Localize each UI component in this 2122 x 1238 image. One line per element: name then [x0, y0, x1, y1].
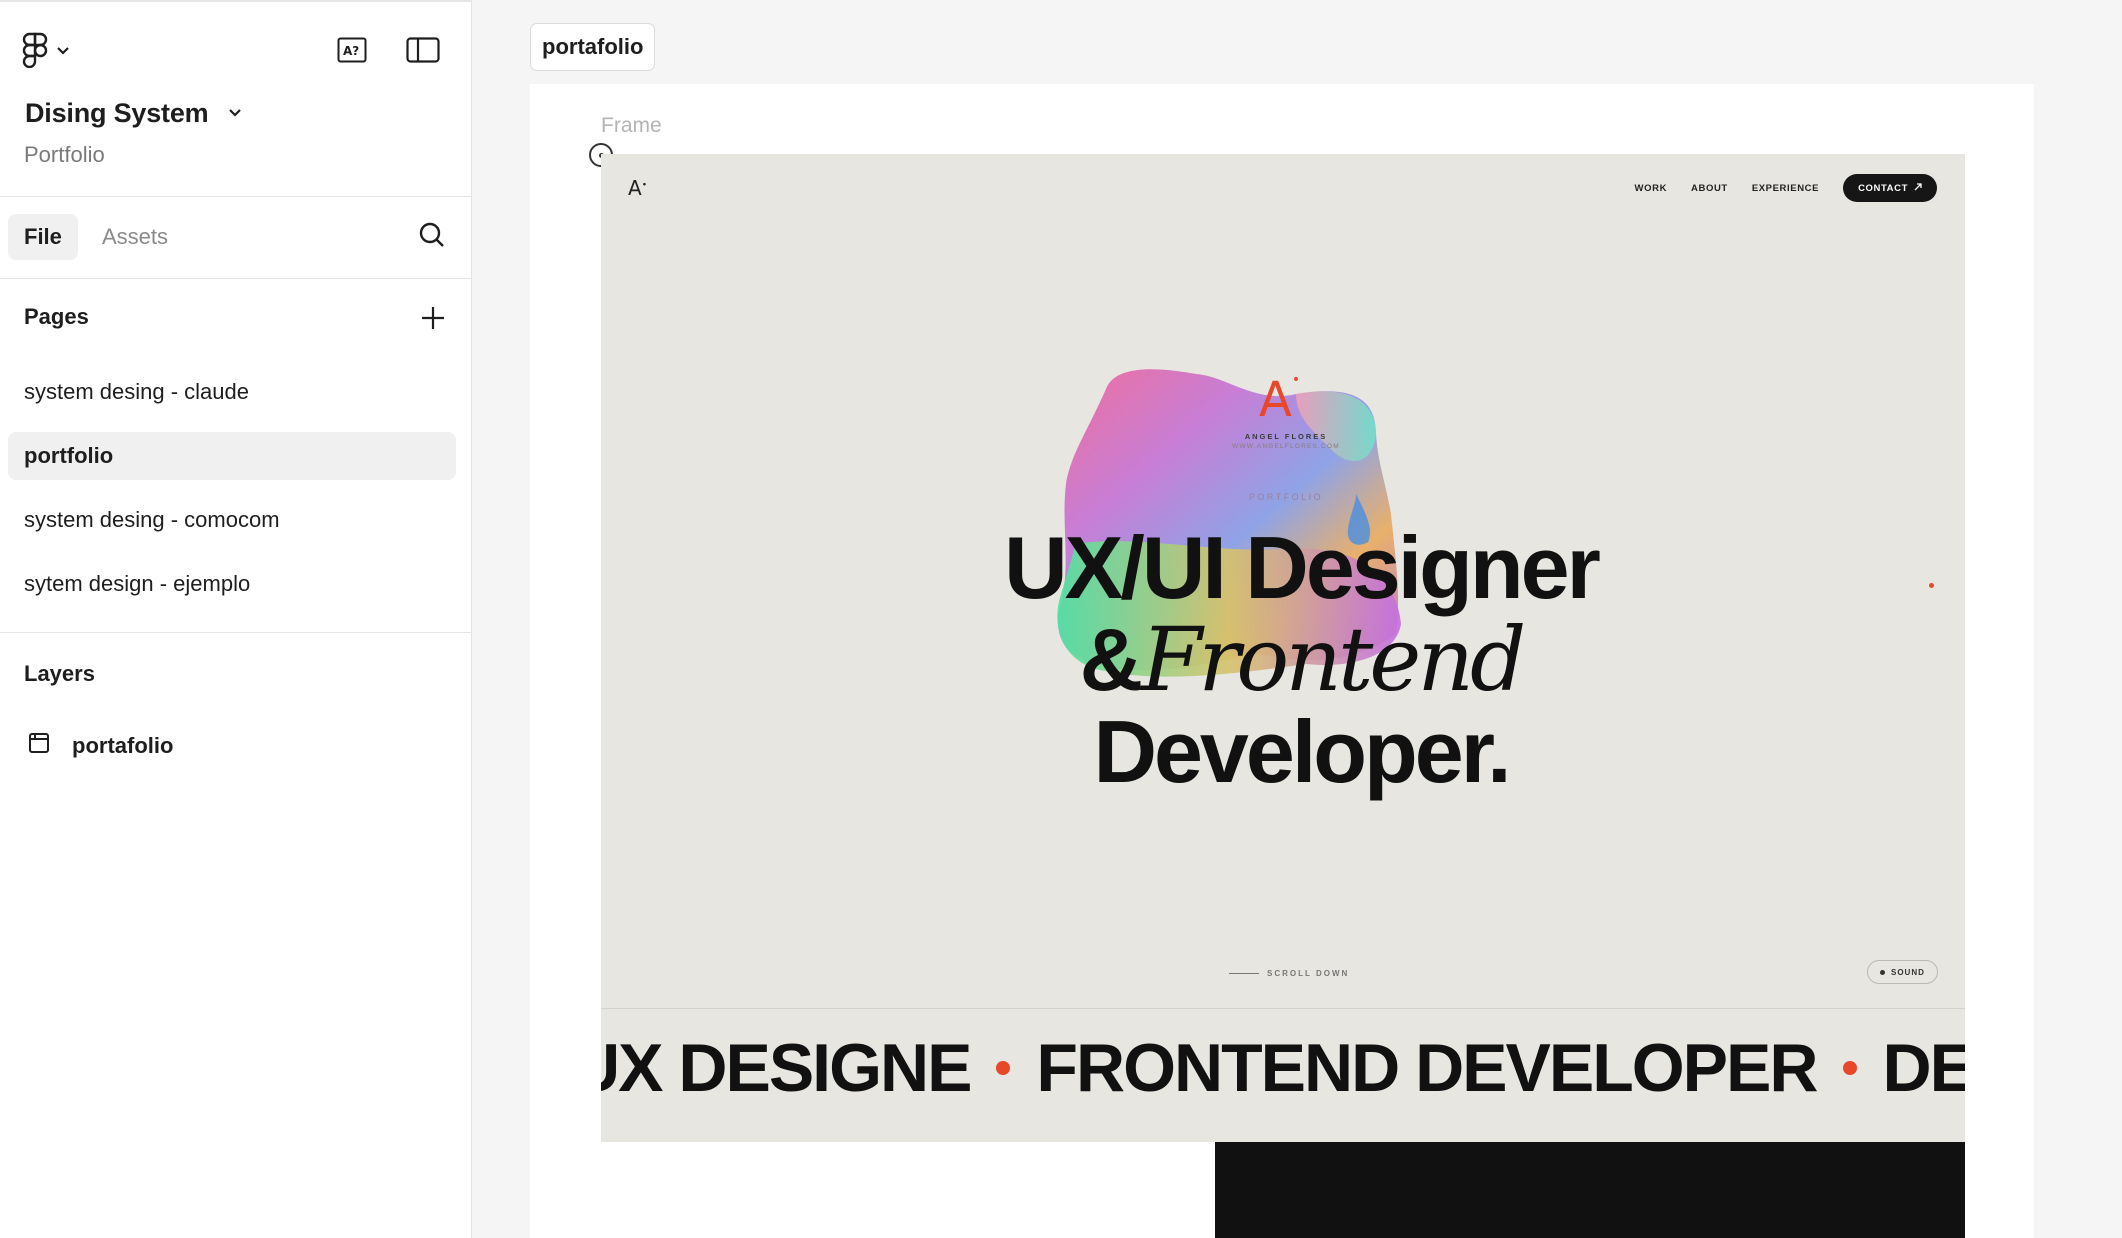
- file-name-menu[interactable]: Dising System: [25, 98, 242, 129]
- hero-line-3: Developer.: [1093, 702, 1511, 801]
- frame-layer-icon: [28, 732, 50, 760]
- sound-dot-icon: [1880, 969, 1885, 975]
- text-a-question-icon: A?: [337, 37, 367, 68]
- contact-button[interactable]: CONTACT: [1843, 174, 1937, 202]
- layers-heading: Layers: [24, 661, 95, 686]
- nav-experience[interactable]: EXPERIENCE: [1752, 183, 1819, 194]
- marquee-item: DESIG: [1882, 1030, 1966, 1106]
- hero-line-1: UX/UI Designer: [1004, 518, 1601, 617]
- brand-mark-a: A•: [1259, 372, 1301, 428]
- figma-logo-icon: [22, 32, 48, 73]
- marquee-separator-dot: [996, 1061, 1011, 1075]
- left-sidebar: A? Dising System Portfolio File Assets P…: [0, 0, 472, 1238]
- page-item-system-desing-comocom[interactable]: system desing - comocom: [8, 496, 456, 544]
- nav-work[interactable]: WORK: [1635, 183, 1667, 194]
- ui3-font-button[interactable]: A?: [332, 34, 372, 70]
- accent-dot: [1929, 583, 1934, 588]
- marquee-strip: UX DESIGNE FRONTEND DEVELOPER DESIG: [601, 1008, 1965, 1142]
- tab-assets[interactable]: Assets: [86, 214, 184, 260]
- scroll-down-hint[interactable]: SCROLL DOWN: [1229, 969, 1349, 978]
- canvas[interactable]: portafolio Frame A• WORK ABOUT EXPERIENC…: [473, 2, 2122, 1238]
- svg-text:A?: A?: [343, 44, 359, 58]
- marquee-item: UX DESIGNE: [601, 1030, 972, 1106]
- pages-heading: Pages: [24, 304, 89, 329]
- chevron-down-icon: [56, 43, 70, 61]
- logo-letter: A: [628, 176, 642, 200]
- hero-heading: UX/UI Designer &Frontend Developer.: [801, 522, 1801, 798]
- page-item-portfolio[interactable]: portfolio: [8, 432, 456, 480]
- sidebar-divider: [0, 632, 472, 633]
- sidebar-panel-icon: [406, 36, 440, 68]
- hero-line-2: &Frontend: [801, 614, 1801, 706]
- toggle-sidebar-button[interactable]: [403, 34, 443, 70]
- frame-label[interactable]: Frame: [601, 114, 662, 138]
- contact-label: CONTACT: [1858, 182, 1908, 194]
- portfolio-logo[interactable]: A•: [628, 176, 647, 200]
- layer-row-portafolio[interactable]: portafolio: [8, 722, 456, 770]
- page-item-system-desing-claude[interactable]: system desing - claude: [8, 368, 456, 416]
- hero-ampersand: &: [1079, 610, 1144, 709]
- chevron-down-icon: [228, 105, 242, 123]
- sidebar-tabs: File Assets: [0, 197, 472, 279]
- brand-name: ANGEL FLORES: [1244, 432, 1328, 441]
- tab-file[interactable]: File: [8, 214, 78, 260]
- portfolio-frame[interactable]: A• WORK ABOUT EXPERIENCE CONTACT A• ANGE…: [601, 154, 1965, 1238]
- marquee-separator-dot: [1842, 1061, 1857, 1075]
- plus-icon: [420, 305, 446, 336]
- portfolio-kicker: PORTFOLIO: [1248, 492, 1324, 502]
- brand-url: WWW.ANGELFLORES.COM: [1232, 443, 1340, 450]
- arrow-up-right-icon: [1914, 182, 1922, 194]
- sidebar-header: A? Dising System Portfolio: [0, 2, 472, 197]
- hero-italic-word: Frontend: [1141, 608, 1526, 711]
- sound-toggle-button[interactable]: SOUND: [1867, 960, 1938, 984]
- page-item-sytem-design-ejemplo[interactable]: sytem design - ejemplo: [8, 560, 456, 608]
- frame-name-chip[interactable]: portafolio: [530, 23, 656, 71]
- marquee-item: FRONTEND DEVELOPER: [1036, 1030, 1818, 1106]
- sound-label: SOUND: [1891, 967, 1925, 977]
- main-menu-button[interactable]: [22, 32, 70, 72]
- layer-label: portafolio: [72, 733, 174, 758]
- scroll-label: SCROLL DOWN: [1267, 969, 1350, 978]
- frame-lower-left-area: [601, 1142, 1215, 1238]
- scroll-line: [1229, 973, 1259, 974]
- search-icon: [418, 221, 446, 254]
- dark-section: [1215, 1142, 1965, 1238]
- portfolio-nav: WORK ABOUT EXPERIENCE CONTACT: [1635, 174, 1937, 202]
- add-page-button[interactable]: [413, 300, 453, 340]
- project-name: Portfolio: [24, 142, 105, 167]
- marquee-track: UX DESIGNE FRONTEND DEVELOPER DESIG: [601, 1029, 1965, 1107]
- search-layers-button[interactable]: [412, 217, 452, 257]
- nav-about[interactable]: ABOUT: [1691, 183, 1728, 194]
- file-title: Dising System: [25, 98, 209, 128]
